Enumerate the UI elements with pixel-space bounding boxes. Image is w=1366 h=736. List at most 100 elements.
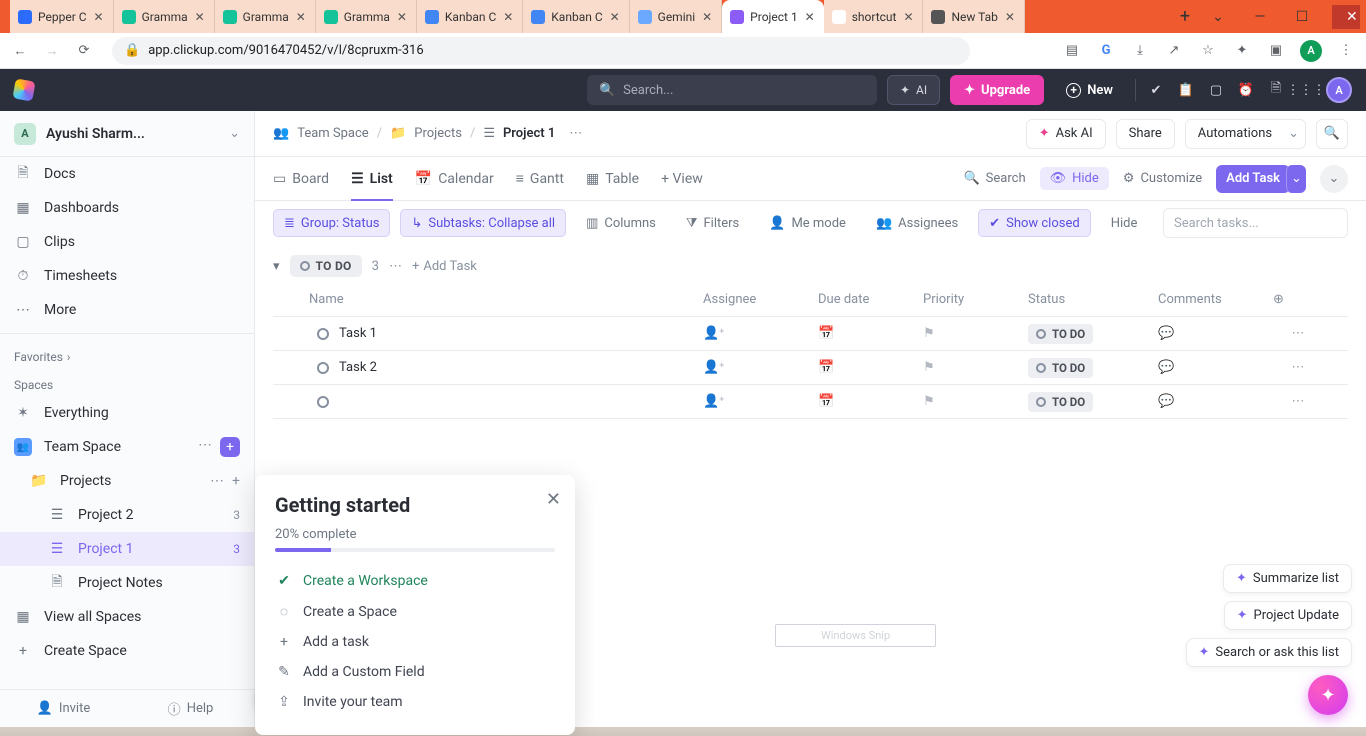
help-button[interactable]: ⓘHelp — [127, 699, 254, 718]
clickup-logo[interactable] — [12, 78, 35, 101]
back-button[interactable]: ← — [10, 41, 30, 61]
browser-tab[interactable]: Kanban C✕ — [417, 0, 523, 33]
alarm-icon[interactable]: ⏰ — [1236, 80, 1256, 100]
list-search[interactable]: 🔍Search — [963, 171, 1025, 186]
favorites-header[interactable]: Favorites› — [0, 340, 254, 368]
close-tab-icon[interactable]: ✕ — [396, 10, 408, 24]
view-gantt[interactable]: ≡Gantt — [516, 157, 564, 200]
browser-tab[interactable]: New Tab✕ — [923, 0, 1024, 33]
view-board[interactable]: ▭Board — [273, 157, 329, 200]
sidebar-everything[interactable]: ✶Everything — [0, 396, 254, 430]
row-more-icon[interactable]: ⋯ — [1273, 326, 1323, 341]
onboarding-step[interactable]: ◌Create a Space — [275, 596, 555, 627]
sidebar-projects-folder[interactable]: 📁 Projects ⋯+ — [0, 464, 254, 498]
collapse-icon[interactable]: ▾ — [273, 259, 280, 274]
browser-tab[interactable]: Gramma✕ — [215, 0, 316, 33]
project-update-button[interactable]: ✦Project Update — [1224, 601, 1352, 630]
clipboard-icon[interactable]: 📋 — [1176, 80, 1196, 100]
browser-tab[interactable]: Gramma✕ — [316, 0, 417, 33]
ellipsis-icon[interactable]: ⋯ — [389, 259, 402, 274]
crumb-space[interactable]: Team Space — [297, 126, 369, 141]
due-date-cell[interactable]: 📅 — [818, 394, 923, 409]
table-row[interactable]: Task 1👤⁺📅⚑TO DO💬⋯ — [273, 317, 1348, 351]
sidebar-item-docs[interactable]: 🗎Docs — [0, 157, 254, 191]
ellipsis-icon[interactable]: ⋯ — [198, 437, 212, 457]
priority-cell[interactable]: ⚑ — [923, 360, 1028, 375]
crumb-folder[interactable]: Projects — [414, 126, 462, 141]
share-page-icon[interactable]: ↗ — [1164, 41, 1184, 61]
ellipsis-icon[interactable]: ⋯ — [210, 473, 224, 489]
group-add-task[interactable]: +Add Task — [412, 259, 477, 274]
sidebar-list-project-2[interactable]: ☰Project 23 — [0, 498, 254, 532]
close-tab-icon[interactable]: ✕ — [295, 10, 307, 24]
browser-tab[interactable]: Gemini✕ — [630, 0, 723, 33]
translate-icon[interactable]: ▤ — [1062, 41, 1082, 61]
onboarding-step[interactable]: ✎Add a Custom Field — [275, 657, 555, 687]
status-cell[interactable]: TO DO — [1028, 358, 1093, 378]
priority-cell[interactable]: ⚑ — [923, 394, 1028, 409]
automations-button[interactable]: Automations⌄ — [1185, 119, 1306, 149]
close-tab-icon[interactable]: ✕ — [701, 10, 713, 24]
sidebar-project-notes[interactable]: 🗎Project Notes — [0, 566, 254, 600]
sidebar-list-project-1[interactable]: ☰Project 13 — [0, 532, 254, 566]
search-tasks-input[interactable]: Search tasks... — [1163, 208, 1348, 238]
onboarding-step[interactable]: ✔Create a Workspace — [275, 566, 555, 596]
sidepanel-icon[interactable]: ▣ — [1266, 41, 1286, 61]
close-tab-icon[interactable]: ✕ — [609, 10, 621, 24]
crumb-list[interactable]: Project 1 — [503, 126, 555, 141]
global-search[interactable]: 🔍 Search... — [587, 75, 877, 105]
close-icon[interactable]: ✕ — [546, 489, 561, 510]
close-tab-icon[interactable]: ✕ — [902, 10, 914, 24]
bookmark-icon[interactable]: ☆ — [1198, 41, 1218, 61]
view-list[interactable]: ☰List — [351, 157, 393, 200]
assignees-chip[interactable]: 👥Assignees — [866, 209, 968, 237]
ai-fab[interactable]: ✦ — [1308, 675, 1348, 715]
hide-toggle[interactable]: 👁Hide — [1040, 167, 1109, 190]
user-avatar[interactable]: A — [1326, 77, 1352, 103]
browser-tab[interactable]: Project 1✕ — [722, 0, 824, 33]
window-minimize[interactable]: — — [1248, 9, 1272, 25]
summarize-list-button[interactable]: ✦Summarize list — [1223, 564, 1352, 593]
sidebar-item-clips[interactable]: ▢Clips — [0, 225, 254, 259]
columns-chip[interactable]: ▥Columns — [576, 209, 666, 237]
new-tab-button[interactable]: + — [1170, 0, 1200, 33]
video-icon[interactable]: ▢ — [1206, 80, 1226, 100]
forward-button[interactable]: → — [42, 41, 62, 61]
more-views-button[interactable]: ⌄ — [1320, 165, 1348, 193]
hide-chip[interactable]: Hide — [1101, 209, 1148, 237]
assignee-cell[interactable]: 👤⁺ — [703, 326, 818, 341]
onboarding-step[interactable]: ⇪Invite your team — [275, 687, 555, 717]
view-calendar[interactable]: 📅Calendar — [415, 157, 494, 200]
comments-cell[interactable]: 💬 — [1158, 394, 1273, 409]
row-more-icon[interactable]: ⋯ — [1273, 360, 1323, 375]
status-dot-icon[interactable] — [317, 396, 329, 408]
install-icon[interactable]: ⤓ — [1130, 41, 1150, 61]
search-list-button[interactable]: ✦Search or ask this list — [1186, 638, 1353, 667]
filters-chip[interactable]: ⧩Filters — [676, 209, 749, 237]
chrome-profile-avatar[interactable]: A — [1300, 40, 1322, 62]
assignee-cell[interactable]: 👤⁺ — [703, 394, 818, 409]
browser-tab[interactable]: Pepper C✕ — [10, 0, 114, 33]
show-closed-chip[interactable]: ✔Show closed — [978, 209, 1091, 237]
comments-cell[interactable]: 💬 — [1158, 326, 1273, 341]
me-mode-chip[interactable]: 👤Me mode — [759, 209, 856, 237]
ai-button[interactable]: ✦AI — [887, 75, 940, 105]
sidebar-item-timesheets[interactable]: ⏱Timesheets — [0, 259, 254, 293]
close-tab-icon[interactable]: ✕ — [1004, 10, 1016, 24]
check-circle-icon[interactable]: ✔ — [1146, 80, 1166, 100]
doc-icon[interactable]: 🗎 — [1266, 80, 1286, 100]
sidebar-item-dashboards[interactable]: ▦Dashboards — [0, 191, 254, 225]
chrome-menu-icon[interactable]: ⋮ — [1336, 41, 1356, 61]
sidebar-item-more[interactable]: ⋯More — [0, 293, 254, 327]
customize-button[interactable]: ⚙Customize — [1123, 171, 1202, 186]
share-button[interactable]: Share — [1116, 119, 1175, 149]
assignee-cell[interactable]: 👤⁺ — [703, 360, 818, 375]
invite-button[interactable]: 👤Invite — [0, 701, 127, 716]
subtasks-chip[interactable]: ↳Subtasks: Collapse all — [400, 209, 566, 237]
table-row[interactable]: Task 2👤⁺📅⚑TO DO💬⋯ — [273, 351, 1348, 385]
add-column-icon[interactable]: ⊕ — [1273, 292, 1323, 307]
close-tab-icon[interactable]: ✕ — [502, 10, 514, 24]
reload-button[interactable]: ⟳ — [74, 41, 94, 61]
tab-dropdown-icon[interactable]: ⌄ — [1206, 9, 1230, 25]
comments-cell[interactable]: 💬 — [1158, 360, 1273, 375]
